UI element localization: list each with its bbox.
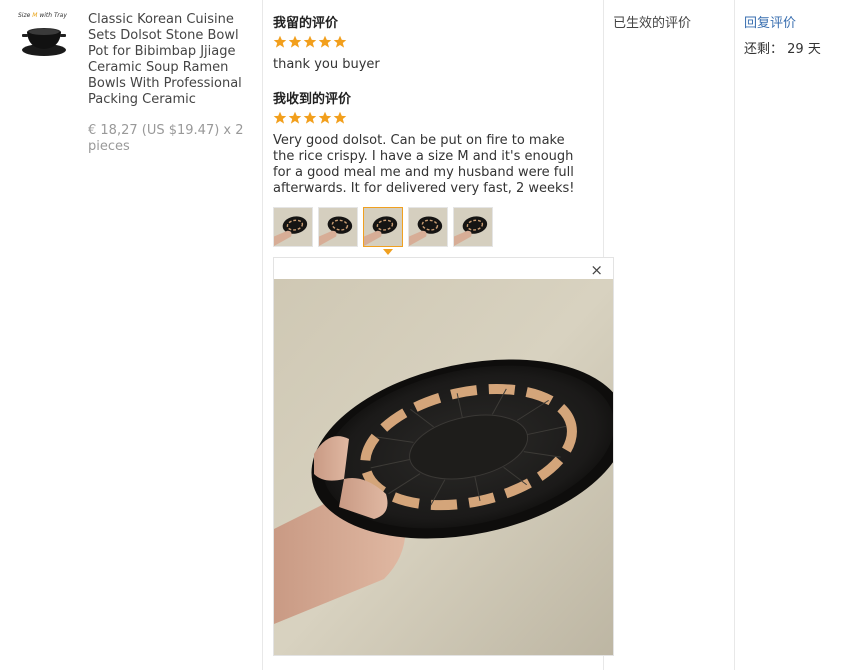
my-feedback-text: thank you buyer xyxy=(273,57,380,72)
review-photo-thumb[interactable] xyxy=(318,207,358,247)
star-icon xyxy=(303,35,317,48)
review-photo-thumb[interactable] xyxy=(453,207,493,247)
star-icon xyxy=(288,111,302,124)
feedback-status: 已生效的评价 xyxy=(613,16,692,31)
photo-preview-panel: × xyxy=(273,257,614,656)
review-photo-large xyxy=(274,279,613,655)
my-rating-stars xyxy=(273,35,347,49)
star-icon xyxy=(333,35,347,48)
product-thumbnail[interactable]: Size M with Tray xyxy=(18,12,74,60)
review-photo-row xyxy=(273,207,493,249)
star-icon xyxy=(273,111,287,124)
product-title[interactable]: Classic Korean Cuisine Sets Dolsot Stone… xyxy=(88,12,260,108)
review-photo-thumb[interactable] xyxy=(273,207,313,247)
my-feedback-heading: 我留的评价 xyxy=(273,16,339,31)
star-icon xyxy=(333,111,347,124)
thumbnail-caption: Size M with Tray xyxy=(18,12,67,19)
remaining-value: 29 天 xyxy=(787,42,821,57)
received-feedback-heading: 我收到的评价 xyxy=(273,92,352,107)
selected-photo-pointer xyxy=(383,249,393,255)
review-photo-thumb[interactable] xyxy=(408,207,448,247)
close-icon[interactable]: × xyxy=(590,262,603,278)
star-icon xyxy=(318,111,332,124)
received-feedback-text: Very good dolsot. Can be put on fire to … xyxy=(273,133,575,196)
review-photo-thumb[interactable] xyxy=(363,207,403,247)
star-icon xyxy=(288,35,302,48)
star-icon xyxy=(318,35,332,48)
received-rating-stars xyxy=(273,111,347,125)
reply-feedback-link[interactable]: 回复评价 xyxy=(744,12,796,31)
star-icon xyxy=(273,35,287,48)
product-price: € 18,27 (US $19.47) x 2 pieces xyxy=(88,123,244,154)
time-remaining: 还剩： 29 天 xyxy=(744,38,821,57)
divider-1 xyxy=(262,0,263,670)
star-icon xyxy=(303,111,317,124)
stone-bowl-icon xyxy=(22,28,66,56)
divider-3 xyxy=(734,0,735,670)
remaining-label: 还剩： xyxy=(744,42,784,57)
